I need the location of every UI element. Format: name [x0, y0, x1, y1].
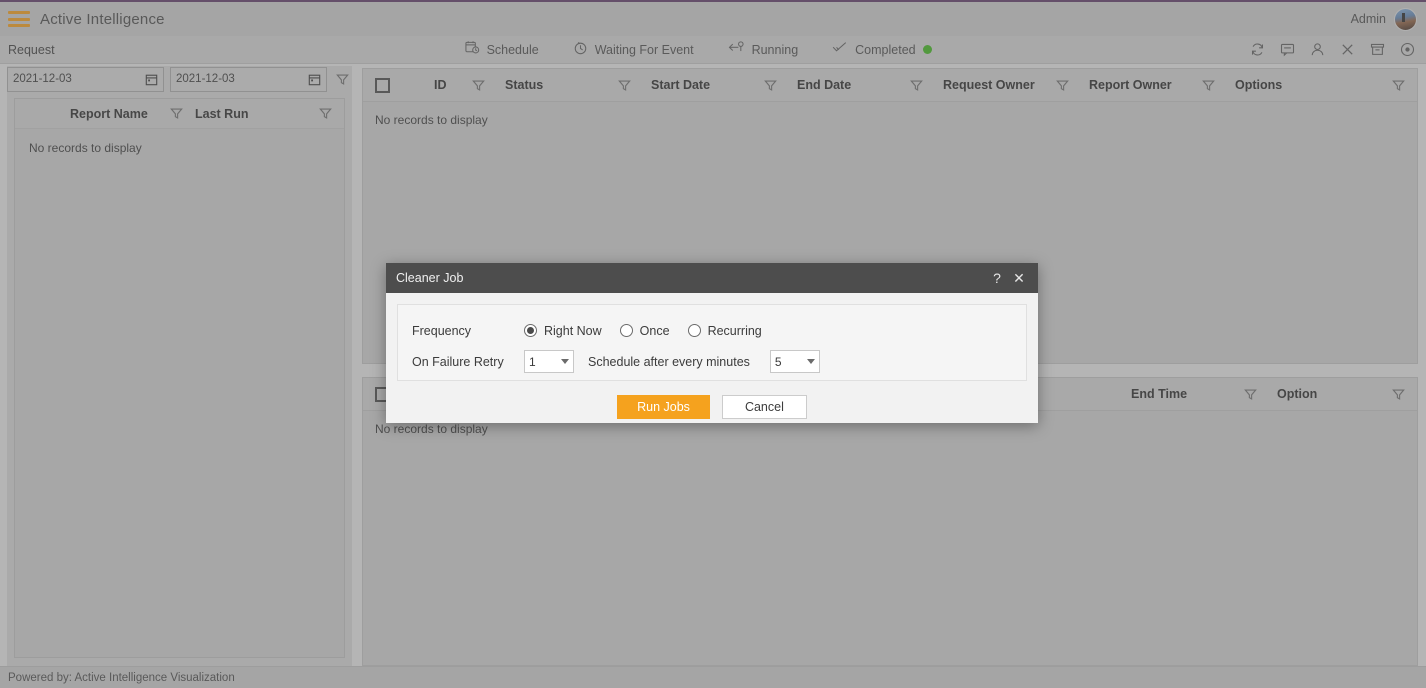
retry-select-value: 1 — [529, 354, 536, 369]
frequency-radio-group: Right Now Once Recurring — [524, 324, 762, 338]
radio-recurring[interactable]: Recurring — [687, 323, 762, 338]
run-jobs-button[interactable]: Run Jobs — [617, 395, 710, 419]
radio-right-now-label: Right Now — [544, 323, 602, 338]
radio-once-label: Once — [639, 323, 670, 338]
chevron-down-icon — [561, 359, 569, 364]
radio-once[interactable]: Once — [619, 323, 670, 338]
cancel-button[interactable]: Cancel — [721, 395, 807, 419]
retry-select[interactable]: 1 — [524, 350, 574, 373]
close-icon[interactable]: ✕ — [1008, 267, 1030, 289]
schedule-select-value: 5 — [774, 354, 782, 369]
radio-recurring-indicator[interactable] — [687, 324, 701, 337]
retry-row: On Failure Retry 1 Schedule after every … — [412, 348, 1026, 375]
help-icon[interactable]: ? — [986, 267, 1008, 289]
frequency-label: Frequency — [412, 323, 472, 338]
dialog-title: Cleaner Job — [396, 271, 464, 285]
dialog-fieldset: Frequency Right Now Once Recurring On Fa… — [397, 304, 1027, 381]
retry-label: On Failure Retry — [412, 354, 504, 369]
dialog-footer: Run Jobs Cancel — [397, 395, 1027, 419]
radio-recurring-label: Recurring — [707, 323, 762, 338]
schedule-label: Schedule after every minutes — [588, 354, 750, 369]
frequency-row: Frequency Right Now Once Recurring — [412, 317, 1026, 344]
chevron-down-icon — [806, 359, 815, 364]
cleaner-job-dialog: Cleaner Job ? ✕ Frequency Right Now Once — [386, 263, 1038, 423]
radio-once-indicator[interactable] — [619, 324, 633, 337]
dialog-title-bar: Cleaner Job ? ✕ — [386, 263, 1038, 293]
radio-right-now[interactable]: Right Now — [524, 324, 602, 338]
dialog-body: Frequency Right Now Once Recurring On Fa… — [386, 293, 1038, 419]
schedule-select[interactable]: 5 — [769, 350, 820, 373]
radio-right-now-indicator[interactable] — [524, 324, 537, 337]
